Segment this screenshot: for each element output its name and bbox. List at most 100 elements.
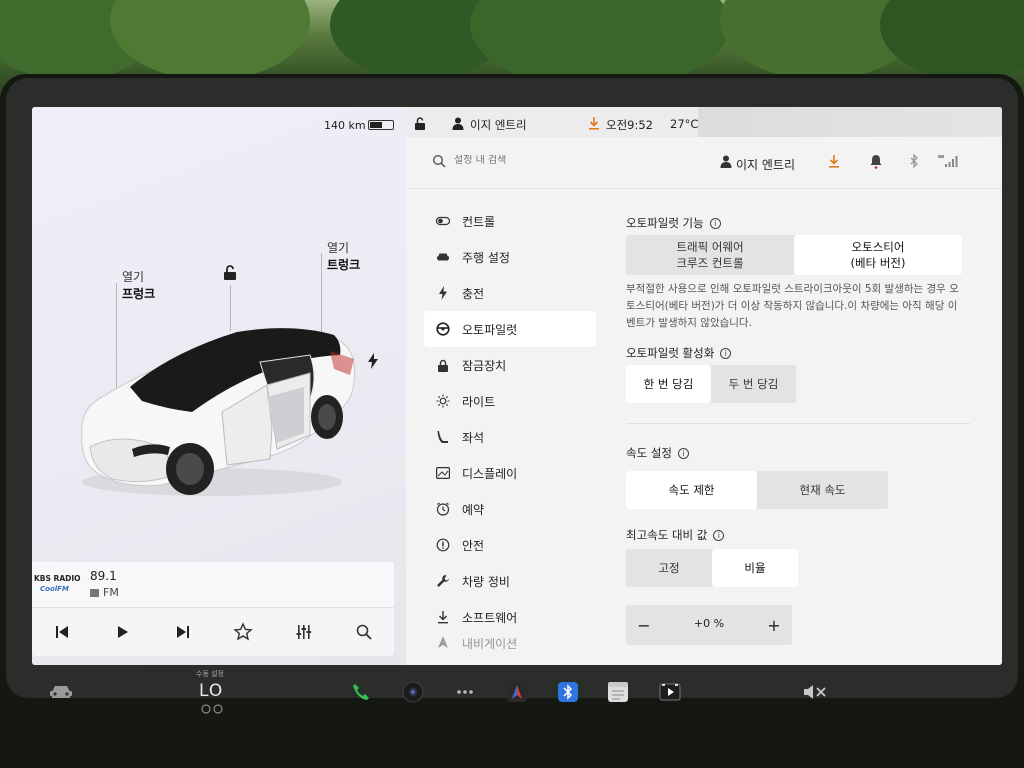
menu-item-navigation[interactable]: 내비게이션 [424,635,596,655]
menu-item-locks[interactable]: 잠금장치 [424,347,596,383]
decrease-button[interactable]: − [626,605,662,645]
menu-item-label: 충전 [462,286,485,301]
media-app-icon[interactable] [657,679,683,705]
menu-item-label: 내비게이션 [462,637,518,651]
bluetooth-icon[interactable] [909,154,919,168]
settings-menu: 컨트롤 주행 설정 충전 오토파일럿 잠금장치 라이트 좌석 디스플레이 예약 … [424,203,596,655]
speed-setting-label: 속도 설정 [626,446,672,460]
software-update-icon[interactable] [828,155,840,168]
climate-temperature[interactable]: LO [199,681,223,701]
trunk-open-button[interactable]: 열기 트렁크 [327,240,360,274]
option-speed-limit[interactable]: 속도 제한 [626,471,757,509]
option-single-pull[interactable]: 한 번 당김 [626,365,711,403]
navigation-app-icon[interactable] [504,679,530,705]
option-fixed[interactable]: 고정 [626,549,712,587]
menu-item-autopilot[interactable]: 오토파일럿 [424,311,596,347]
previous-track-icon[interactable] [52,622,72,642]
charge-port-icon[interactable] [367,353,379,369]
vehicle-panel: 140 km 열기 프렁크 열기 트렁크 KBS RADIO CoolFM 89… [32,107,406,665]
info-icon[interactable]: i [709,217,721,229]
option-line2: 크루즈 컨트롤 [676,256,744,270]
option-line2: (베타 버전) [850,256,906,270]
speed-offset-stepper: − +0 % + [626,605,792,645]
menu-item-label: 잠금장치 [462,358,507,373]
touchscreen: 140 km 열기 프렁크 열기 트렁크 KBS RADIO CoolFM 89… [32,107,1002,665]
info-icon[interactable]: i [720,347,732,359]
unlocked-status-icon [415,117,425,130]
seat-icon [436,430,450,444]
range-readout: 140 km [324,119,366,132]
equalizer-icon[interactable] [294,622,314,642]
radio-icon [90,589,99,597]
menu-item-label: 컨트롤 [462,214,496,229]
autopilot-features-label: 오토파일럿 기능 [626,216,704,230]
menu-item-label: 라이트 [462,394,496,409]
frunk-state: 열기 [122,270,145,284]
option-traffic-aware-cruise[interactable]: 트래픽 어웨어 크루즈 컨트롤 [626,235,794,275]
bluetooth-app-icon[interactable] [555,679,581,705]
menu-item-software[interactable]: 소프트웨어 [424,599,596,635]
wrench-icon [436,574,450,588]
settings-panel: 이지 엔트리 오전9:52 27°C 이지 엔트리 [406,107,1002,665]
menu-item-label: 소프트웨어 [462,610,518,625]
increase-button[interactable]: + [756,605,792,645]
menu-item-controls[interactable]: 컨트롤 [424,203,596,239]
status-bar: 이지 엔트리 오전9:52 27°C [406,107,1002,137]
map-background [698,107,1002,137]
calendar-icon[interactable] [605,679,631,705]
menu-item-label: 오토파일럿 [462,322,518,337]
car-menu-icon[interactable] [48,679,74,705]
favorite-star-icon[interactable] [233,622,253,642]
menu-item-label: 주행 설정 [462,250,510,265]
trunk-state: 열기 [327,241,350,255]
toggle-icon [436,214,450,228]
menu-item-driving[interactable]: 주행 설정 [424,239,596,275]
settings-search-input[interactable] [454,155,614,166]
speed-offset-heading: 최고속도 대비 값 i [626,527,725,543]
menu-item-lights[interactable]: 라이트 [424,383,596,419]
display-icon [436,466,450,480]
station-logo: KBS RADIO CoolFM [34,574,81,594]
seat-heater-icon[interactable] [200,704,224,714]
download-icon [436,610,450,624]
option-autosteer-beta[interactable]: 오토스티어 (베타 버전) [794,235,962,275]
option-percentage[interactable]: 비율 [712,549,798,587]
autopilot-activation-heading: 오토파일럿 활성화 i [626,345,732,361]
update-download-icon[interactable] [588,117,600,130]
search-icon [432,154,446,168]
autopilot-strikeout-description: 부적절한 사용으로 인해 오토파일럿 스트라이크아웃이 5회 발생하는 경우 오… [626,283,959,329]
station-logo-line1: KBS RADIO [34,574,81,583]
menu-item-charging[interactable]: 충전 [424,275,596,311]
media-now-playing[interactable]: KBS RADIO CoolFM 89.1 FM [32,562,394,608]
media-controls [32,612,394,652]
option-current-speed[interactable]: 현재 속도 [757,471,888,509]
station-band: FM [90,586,119,599]
notification-bell-icon[interactable] [870,154,882,169]
menu-item-label: 디스플레이 [462,466,518,481]
menu-item-label: 좌석 [462,430,485,445]
info-icon[interactable]: i [677,447,689,459]
next-track-icon[interactable] [173,622,193,642]
info-icon[interactable]: i [713,529,725,541]
frunk-open-button[interactable]: 열기 프렁크 [122,269,155,303]
station-frequency: 89.1 [90,569,117,583]
menu-item-schedule[interactable]: 예약 [424,491,596,527]
camera-icon[interactable] [400,679,426,705]
more-apps-icon[interactable] [452,679,478,705]
media-search-icon[interactable] [354,622,374,642]
trunk-label: 트렁크 [327,258,361,272]
menu-item-display[interactable]: 디스플레이 [424,455,596,491]
speed-offset-value: +0 % [693,617,725,630]
volume-muted-icon[interactable] [802,679,828,705]
unlock-icon[interactable] [223,265,237,281]
header-driver-profile[interactable]: 이지 엔트리 [736,156,795,173]
phone-icon[interactable] [348,679,374,705]
menu-item-safety[interactable]: 안전 [424,527,596,563]
menu-item-label: 안전 [462,538,485,553]
status-driver-profile[interactable]: 이지 엔트리 [470,117,527,133]
menu-item-seats[interactable]: 좌석 [424,419,596,455]
play-icon[interactable] [112,622,132,642]
option-double-pull[interactable]: 두 번 당김 [711,365,796,403]
menu-item-service[interactable]: 차량 정비 [424,563,596,599]
frunk-label: 프렁크 [122,287,156,301]
